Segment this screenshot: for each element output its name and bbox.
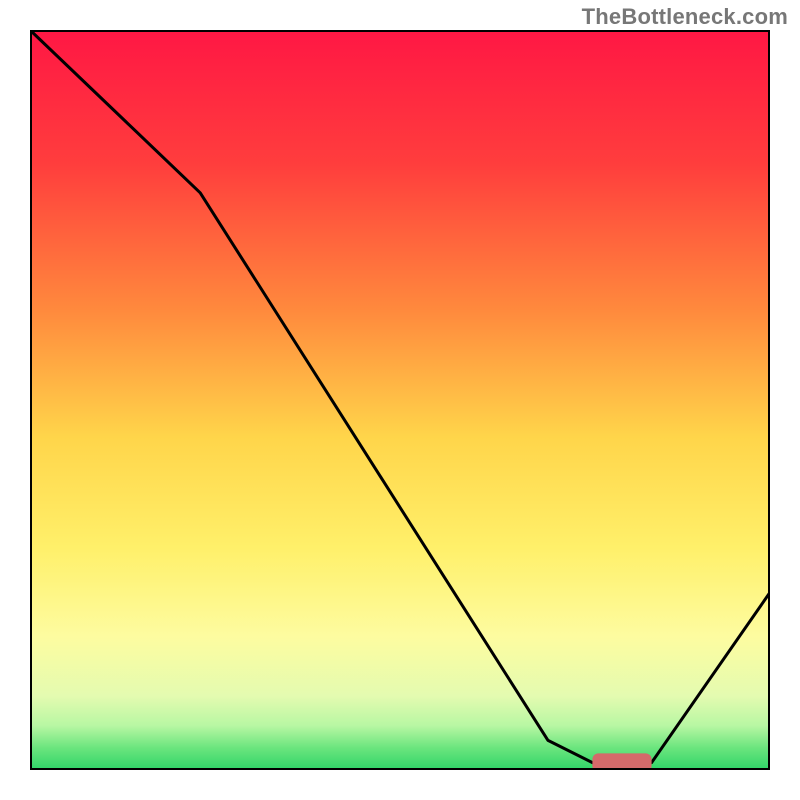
chart-background-gradient xyxy=(30,30,770,770)
watermark-text: TheBottleneck.com xyxy=(582,4,788,30)
optimal-range-marker xyxy=(592,753,651,770)
chart-svg xyxy=(30,30,770,770)
chart-container: TheBottleneck.com xyxy=(0,0,800,800)
chart-plot-area xyxy=(30,30,770,770)
